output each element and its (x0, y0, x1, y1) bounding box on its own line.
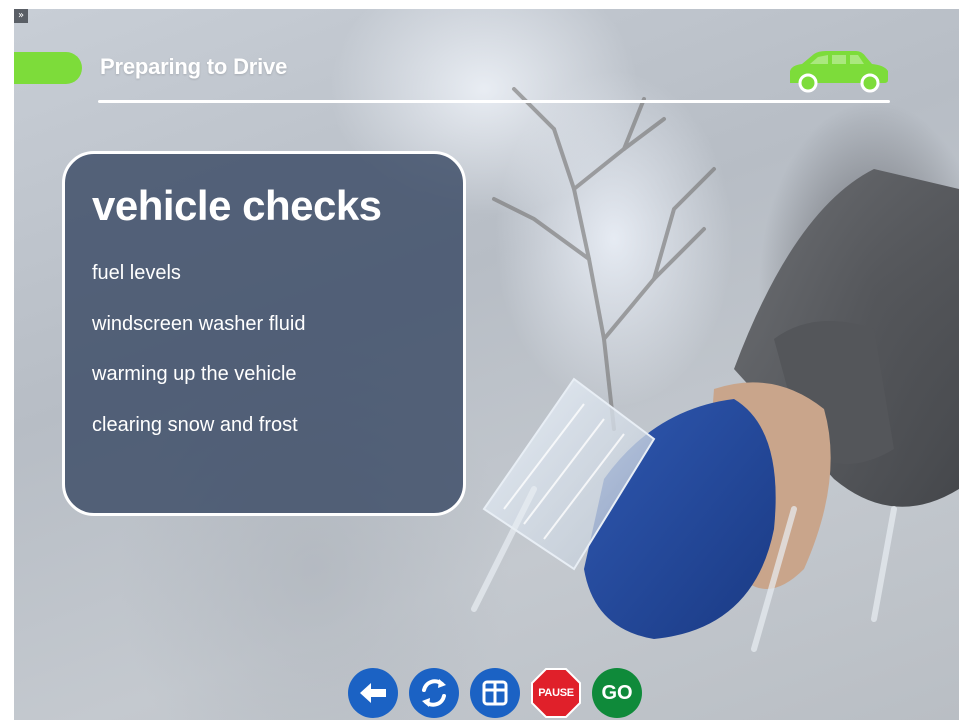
pause-label: PAUSE (538, 687, 574, 699)
go-button[interactable]: GO (592, 668, 642, 718)
header-divider (98, 100, 890, 103)
list-item: clearing snow and frost (92, 413, 298, 436)
grid-menu-icon (482, 680, 508, 706)
list-item: warming up the vehicle (92, 363, 297, 385)
header-accent-pill (14, 52, 82, 84)
slide-stage: » Preparing to Drive vehicle checks fuel… (14, 9, 959, 720)
back-button[interactable] (348, 668, 398, 718)
list-item: fuel levels (92, 262, 181, 284)
car-icon (790, 51, 888, 93)
pause-button[interactable]: PAUSE (531, 668, 581, 718)
arrow-left-icon (360, 683, 386, 703)
vehicle-checks-panel: vehicle checks fuel levels windscreen wa… (62, 151, 466, 516)
navigation-bar: PAUSE GO (348, 668, 642, 718)
replay-icon (422, 679, 446, 707)
menu-button[interactable] (470, 668, 520, 718)
replay-button[interactable] (409, 668, 459, 718)
panel-title: vehicle checks (92, 182, 382, 229)
page-title: Preparing to Drive (100, 54, 288, 79)
expand-toggle-button[interactable]: » (14, 9, 28, 23)
checks-list: fuel levels windscreen washer fluid warm… (92, 261, 463, 463)
go-label: GO (601, 681, 633, 704)
list-item: windscreen washer fluid (92, 312, 306, 335)
